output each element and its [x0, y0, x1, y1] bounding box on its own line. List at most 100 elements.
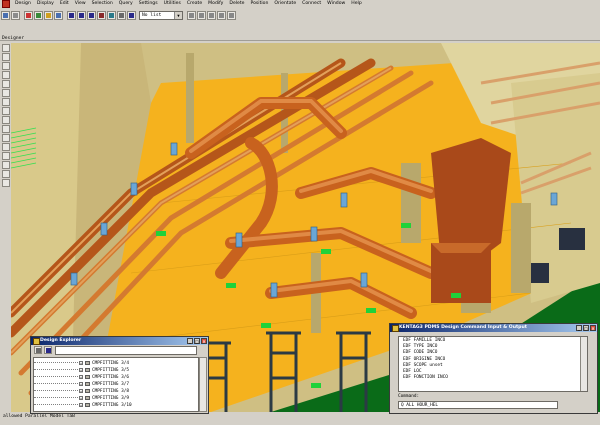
explorer-hierarchy-combo[interactable]: [55, 345, 197, 355]
tree-row[interactable]: + CMPFITTING 3/5: [34, 367, 129, 373]
close-icon[interactable]: ×: [201, 338, 207, 344]
view-tool-button[interactable]: [1, 170, 10, 178]
menu-view[interactable]: View: [72, 0, 89, 8]
design-explorer-titlebar[interactable]: Design Explorer _ □ ×: [31, 337, 208, 345]
explorer-scrollbar[interactable]: [199, 357, 207, 412]
view-tool-button[interactable]: [1, 107, 10, 115]
menu-modify[interactable]: Modify: [205, 0, 226, 8]
minimize-icon[interactable]: _: [187, 338, 193, 344]
menu-design[interactable]: Design: [12, 0, 34, 8]
toolbar-button-17[interactable]: [217, 10, 226, 20]
toolbar-button-9[interactable]: [87, 10, 96, 20]
command-output[interactable]: EDF FAMILLE INCO EDF TYPE INCO EDF CODE …: [398, 336, 588, 392]
explorer-toolbar: [31, 345, 208, 355]
view-tool-button[interactable]: [1, 62, 10, 70]
view-tool-button[interactable]: [1, 44, 10, 52]
tree-row[interactable]: + CMPFITTING 3/7: [34, 381, 129, 387]
left-tool-column: [0, 42, 11, 420]
toolbar-button-2[interactable]: [11, 10, 20, 20]
explorer-members-button[interactable]: [44, 346, 52, 354]
tree-item-label: CMPFITTING 3/9: [92, 395, 130, 401]
menu-help[interactable]: Help: [348, 0, 364, 8]
menu-position[interactable]: Position: [248, 0, 272, 8]
maximize-icon[interactable]: □: [194, 338, 200, 344]
menu-connect[interactable]: Connect: [299, 0, 324, 8]
view-tool-button[interactable]: [1, 134, 10, 142]
close-icon[interactable]: ×: [590, 325, 596, 331]
view-tool-button[interactable]: [1, 152, 10, 160]
folder-icon: [85, 389, 90, 393]
toolbar-button-12[interactable]: [117, 10, 126, 20]
folder-icon: [85, 403, 90, 407]
view-tool-button[interactable]: [1, 116, 10, 124]
menu-query[interactable]: Query: [116, 0, 136, 8]
tree-item-label: CMPFITTING 3/5: [92, 367, 130, 373]
tree-item-label: CMPFITTING 3/4: [92, 360, 130, 366]
view-tool-button[interactable]: [1, 179, 10, 187]
command-window: KENTAG3 PDMS Design Command Input & Outp…: [389, 323, 598, 414]
toolbar-button-1[interactable]: [1, 10, 10, 20]
menu-settings[interactable]: Settings: [136, 0, 161, 8]
toolbar-button-11[interactable]: [107, 10, 116, 20]
toolbar-button-4[interactable]: [34, 10, 43, 20]
view-tool-button[interactable]: [1, 71, 10, 79]
menu-selection[interactable]: Selection: [89, 0, 116, 8]
toolbar-button-13[interactable]: [127, 10, 136, 20]
tree-row[interactable]: + CMPFITTING 3/4: [34, 360, 129, 366]
command-window-title: KENTAG3 PDMS Design Command Input & Outp…: [399, 325, 527, 330]
toolbar-button-18[interactable]: [227, 10, 236, 20]
view-tool-button[interactable]: [1, 80, 10, 88]
explorer-tree[interactable]: + CMPFITTING 3/4 + CMPFITTING 3/5 + CMPFITT…: [33, 357, 199, 412]
view-tool-button[interactable]: [1, 143, 10, 151]
menu-edit[interactable]: Edit: [57, 0, 72, 8]
toolbar-button-7[interactable]: [67, 10, 76, 20]
minimize-icon[interactable]: _: [576, 325, 582, 331]
design-explorer-window: Design Explorer _ □ × + CMPFITTING 3/4 + C…: [30, 336, 209, 414]
folder-icon: [85, 368, 90, 372]
menu-orientate[interactable]: Orientate: [271, 0, 299, 8]
toolbar-button-16[interactable]: [207, 10, 216, 20]
menu-create[interactable]: Create: [184, 0, 205, 8]
tree-row[interactable]: + CMPFITTING 3/10: [34, 402, 132, 408]
tree-item-label: CMPFITTING 3/7: [92, 381, 130, 387]
command-window-titlebar[interactable]: KENTAG3 PDMS Design Command Input & Outp…: [390, 324, 597, 332]
toolbar-button-3[interactable]: [24, 10, 33, 20]
toolbar-button-15[interactable]: [197, 10, 206, 20]
toolbar-button-8[interactable]: [77, 10, 86, 20]
tree-row[interactable]: + CMPFITTING 3/9: [34, 395, 129, 401]
tree-row[interactable]: + CMPFITTING 3/8: [34, 388, 129, 394]
explorer-back-button[interactable]: [34, 346, 42, 354]
folder-icon: [85, 375, 90, 379]
toolbar-button-5[interactable]: [44, 10, 53, 20]
view-tool-button[interactable]: [1, 53, 10, 61]
view-title: Designer: [2, 36, 25, 41]
tree-item-label: CMPFITTING 3/8: [92, 388, 130, 394]
view-tool-button[interactable]: [1, 98, 10, 106]
design-explorer-title: Design Explorer: [40, 338, 82, 343]
tree-item-label: CMPFITTING 3/6: [92, 374, 130, 380]
command-window-icon: [392, 325, 399, 332]
view-tool-button[interactable]: [1, 89, 10, 97]
tree-row[interactable]: + CMPFITTING 3/6: [34, 374, 129, 380]
list-selector[interactable]: No list ▼: [139, 10, 183, 20]
output-scrollbar[interactable]: [580, 337, 587, 391]
menu-utilities[interactable]: Utilities: [161, 0, 184, 8]
app-icon[interactable]: [2, 0, 10, 8]
maximize-icon[interactable]: □: [583, 325, 589, 331]
view-tool-button[interactable]: [1, 161, 10, 169]
menu-delete[interactable]: Delete: [226, 0, 247, 8]
view-tool-button[interactable]: [1, 125, 10, 133]
command-input[interactable]: Q ALL HOUR_HEL: [398, 401, 558, 409]
toolbar-button-6[interactable]: [54, 10, 63, 20]
status-text: allowed Parallel Model TaB: [3, 414, 75, 419]
toolbar-button-14[interactable]: [187, 10, 196, 20]
output-line: EDF FONCTION INCO: [403, 375, 448, 381]
menu-display[interactable]: Display: [34, 0, 57, 8]
tree-item-label: CMPFITTING 3/10: [92, 402, 132, 408]
folder-icon: [85, 382, 90, 386]
toolbar-button-10[interactable]: [97, 10, 106, 20]
main-toolbar: No list ▼: [0, 8, 600, 23]
menu-window[interactable]: Window: [324, 0, 348, 8]
chevron-down-icon[interactable]: ▼: [174, 11, 182, 19]
command-label: Command:: [398, 394, 420, 399]
